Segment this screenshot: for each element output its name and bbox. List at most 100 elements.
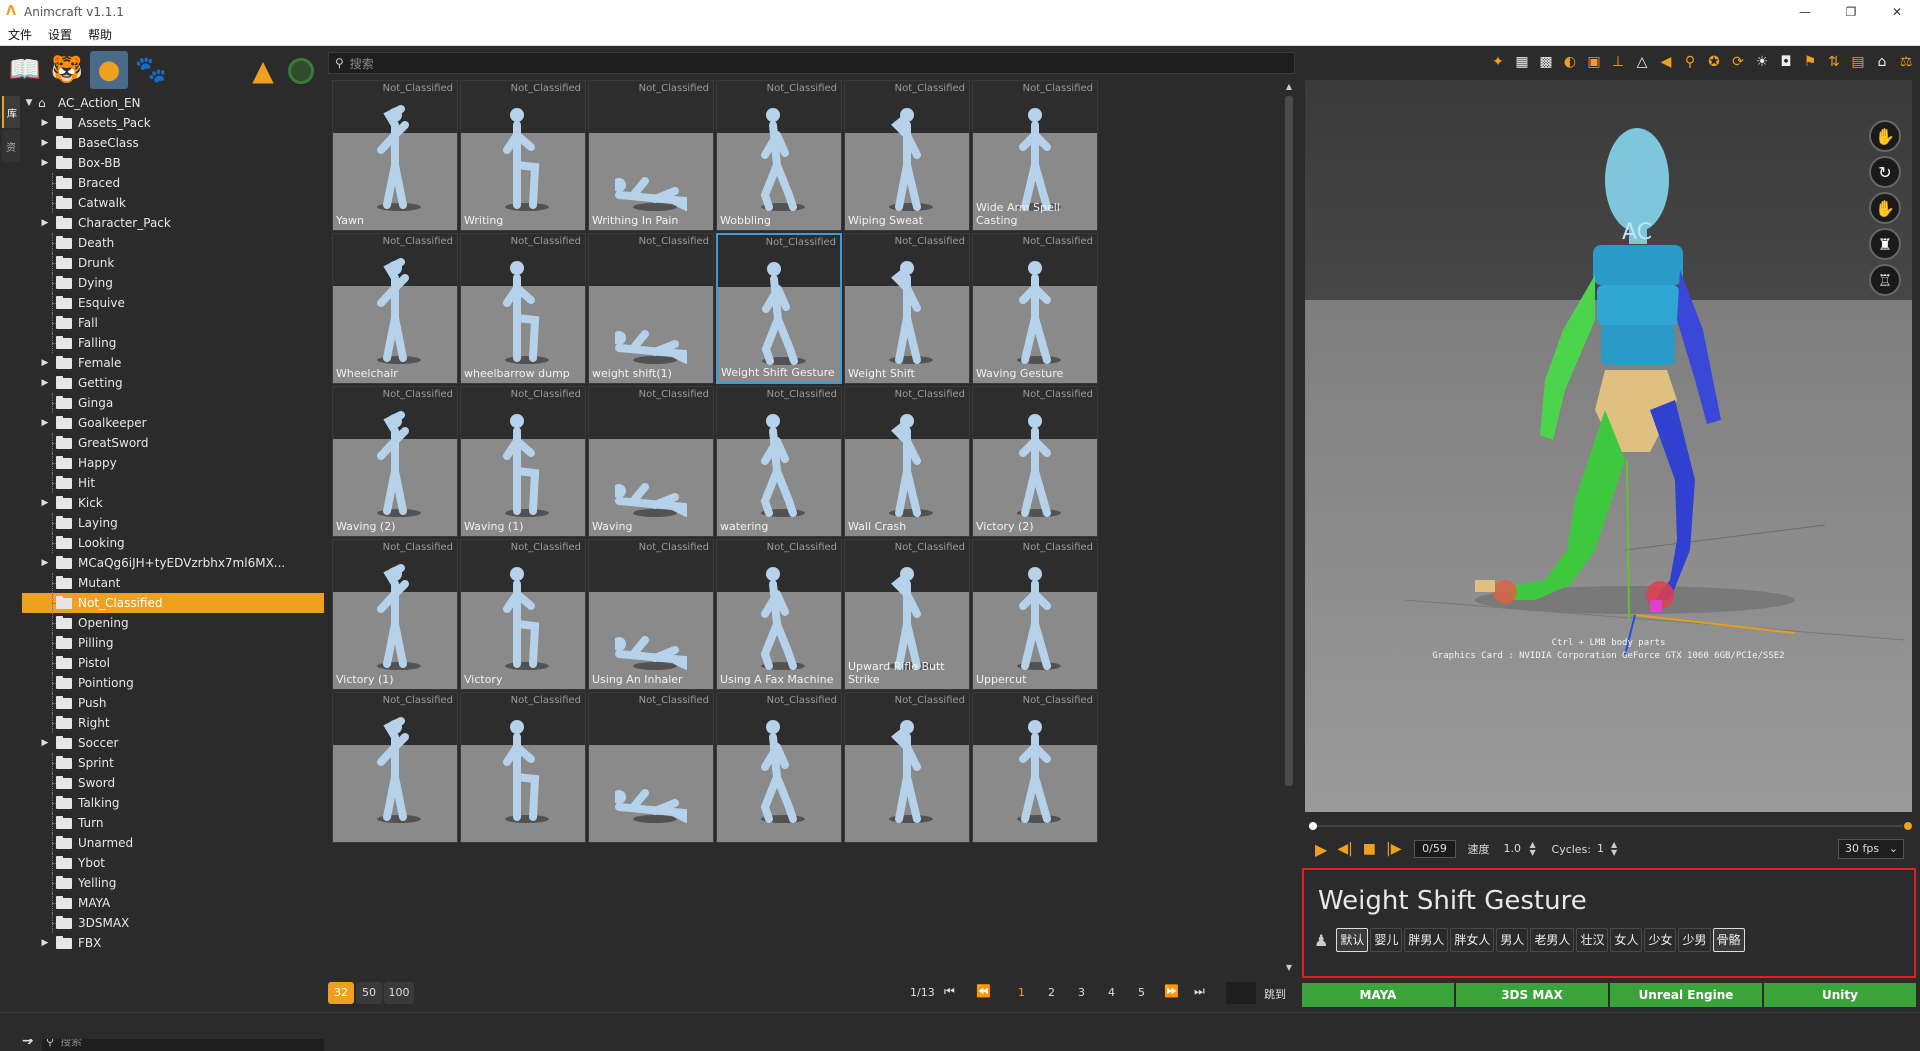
export-unreal-button[interactable]: Unreal Engine: [1610, 983, 1762, 1007]
tree-item[interactable]: ▶ Soccer: [22, 733, 324, 753]
animation-card[interactable]: Not_Classified wheelbarrow dump: [460, 233, 586, 384]
animation-card[interactable]: Not_Classified Writhing In Pain: [588, 80, 714, 231]
tree-item[interactable]: Falling: [22, 333, 324, 353]
tree-item[interactable]: Not_Classified: [22, 593, 324, 613]
tree-item[interactable]: Yelling: [22, 873, 324, 893]
tree-item[interactable]: 3DSMAX: [22, 913, 324, 933]
animation-card[interactable]: Not_Classified Upward Rifle Butt Strike: [844, 539, 970, 690]
page-4[interactable]: 4: [1108, 986, 1115, 999]
back-icon[interactable]: ◀: [1656, 52, 1676, 72]
tree-item[interactable]: Mutant: [22, 573, 324, 593]
tree-item[interactable]: Death: [22, 233, 324, 253]
camera-orbit-icon[interactable]: ◐: [1560, 52, 1580, 72]
prev-page-icon[interactable]: ⏪: [976, 984, 991, 998]
tree-root[interactable]: ▼ ⌂ AC_Action_EN: [22, 93, 324, 113]
shirt-dark-icon[interactable]: ♜: [1869, 228, 1901, 260]
pose-icon[interactable]: ✦: [1488, 52, 1508, 72]
body-type-tag[interactable]: 婴儿: [1370, 928, 1403, 952]
timeline-slider[interactable]: [1305, 820, 1912, 832]
body-type-tag[interactable]: 默认: [1336, 928, 1369, 952]
tree-item[interactable]: Braced: [22, 173, 324, 193]
expand-arrow-icon[interactable]: ▶: [40, 733, 50, 753]
goto-page-input[interactable]: [1226, 982, 1256, 1004]
cycles-input[interactable]: 1: [1597, 840, 1611, 858]
page-5[interactable]: 5: [1138, 986, 1145, 999]
tiger-head-icon[interactable]: 🐯: [48, 51, 86, 89]
tree-item[interactable]: Pistol: [22, 653, 324, 673]
orange-circle-icon[interactable]: ●: [90, 51, 128, 89]
tree-item[interactable]: Fall: [22, 313, 324, 333]
minimize-button[interactable]: —: [1782, 0, 1828, 24]
animation-card[interactable]: Not_Classified Waving Gesture: [972, 233, 1098, 384]
animation-card[interactable]: Not_Classified Victory: [460, 539, 586, 690]
tree-item[interactable]: Pointiong: [22, 673, 324, 693]
body-type-tag[interactable]: 老男人: [1530, 928, 1575, 952]
animation-card[interactable]: Not_Classified Weight Shift Gesture: [716, 233, 842, 384]
expand-arrow-icon[interactable]: ▶: [40, 133, 50, 153]
step-back-icon[interactable]: ◀|: [1337, 841, 1352, 857]
animation-card[interactable]: Not_Classified Victory (2): [972, 386, 1098, 537]
tree-item[interactable]: Laying: [22, 513, 324, 533]
animation-card[interactable]: Not_Classified Using An Inhaler: [588, 539, 714, 690]
stop-icon[interactable]: ■: [1363, 841, 1376, 857]
animation-card[interactable]: Not_Classified: [972, 692, 1098, 843]
animation-card[interactable]: Not_Classified: [844, 692, 970, 843]
body-type-tag[interactable]: 壮汉: [1576, 928, 1609, 952]
expand-arrow-icon[interactable]: ▶: [40, 413, 50, 433]
hand-rotate-icon[interactable]: ↻: [1869, 156, 1901, 188]
tab-assets[interactable]: 资: [2, 130, 20, 162]
tree-item[interactable]: Sword: [22, 773, 324, 793]
expand-arrow-icon[interactable]: ▶: [40, 353, 50, 373]
tree-item[interactable]: ▶ Box-BB: [22, 153, 324, 173]
tree-item[interactable]: Talking: [22, 793, 324, 813]
tree-item[interactable]: Dying: [22, 273, 324, 293]
animation-card[interactable]: Not_Classified Yawn: [332, 80, 458, 231]
animation-card[interactable]: Not_Classified Waving (1): [460, 386, 586, 537]
speed-input[interactable]: 1.0: [1504, 840, 1530, 858]
grid-scrollbar[interactable]: ▲ ▼: [1283, 80, 1295, 975]
animation-card[interactable]: Not_Classified: [332, 692, 458, 843]
hanger-icon[interactable]: ⌂: [1872, 52, 1892, 72]
page-size-100[interactable]: 100: [384, 982, 414, 1004]
animation-card[interactable]: Not_Classified Victory (1): [332, 539, 458, 690]
hanger-accent-icon[interactable]: ⚖: [1896, 52, 1916, 72]
tree-item[interactable]: ▶ FBX: [22, 933, 324, 953]
main-search-input[interactable]: ⚲ 搜索: [328, 52, 1295, 74]
body-type-tag[interactable]: 少女: [1644, 928, 1677, 952]
tab-library[interactable]: 库: [2, 96, 20, 128]
book-library-icon[interactable]: 📖: [6, 51, 44, 89]
tree-item[interactable]: Drunk: [22, 253, 324, 273]
tree-item[interactable]: ▶ Female: [22, 353, 324, 373]
flag-icon[interactable]: ⚑: [1800, 52, 1820, 72]
next-page-icon[interactable]: ⏩: [1164, 984, 1179, 998]
tree-item[interactable]: MAYA: [22, 893, 324, 913]
tree-item[interactable]: ▶ Getting: [22, 373, 324, 393]
goto-label[interactable]: 跳到: [1264, 986, 1286, 1002]
tree-item[interactable]: Turn: [22, 813, 324, 833]
animation-card[interactable]: Not_Classified Wobbling: [716, 80, 842, 231]
box-icon[interactable]: ▣: [1584, 52, 1604, 72]
skeleton-icon[interactable]: ⚲: [1680, 52, 1700, 72]
menu-help[interactable]: 帮助: [80, 26, 120, 43]
ik-icon[interactable]: ⟳: [1728, 52, 1748, 72]
first-page-icon[interactable]: ⏮: [944, 984, 955, 999]
screenshot-icon[interactable]: ◘: [1776, 52, 1796, 72]
clapper-icon[interactable]: ▤: [1848, 52, 1868, 72]
triangle-icon[interactable]: △: [1632, 52, 1652, 72]
3d-viewport[interactable]: AC ✋ ↻ ✋ ♜ ♖ Ctrl + LMB body parts Graph…: [1305, 80, 1912, 812]
tree-item[interactable]: Right: [22, 713, 324, 733]
green-ring-icon[interactable]: [288, 58, 314, 84]
animation-card[interactable]: Not_Classified Weight Shift: [844, 233, 970, 384]
animation-card[interactable]: Not_Classified Wiping Sweat: [844, 80, 970, 231]
fps-select[interactable]: 30 fps ⌄: [1838, 839, 1904, 859]
menu-file[interactable]: 文件: [0, 26, 40, 43]
body-type-tag[interactable]: 胖女人: [1450, 928, 1495, 952]
animation-card[interactable]: Not_Classified: [460, 692, 586, 843]
tree-item[interactable]: Catwalk: [22, 193, 324, 213]
expand-arrow-icon[interactable]: ▶: [40, 493, 50, 513]
body-type-tag[interactable]: 男人: [1496, 928, 1529, 952]
tree-item[interactable]: ▶ Character_Pack: [22, 213, 324, 233]
tree-item[interactable]: Happy: [22, 453, 324, 473]
close-button[interactable]: ✕: [1874, 0, 1920, 24]
body-type-tag[interactable]: 胖男人: [1404, 928, 1449, 952]
